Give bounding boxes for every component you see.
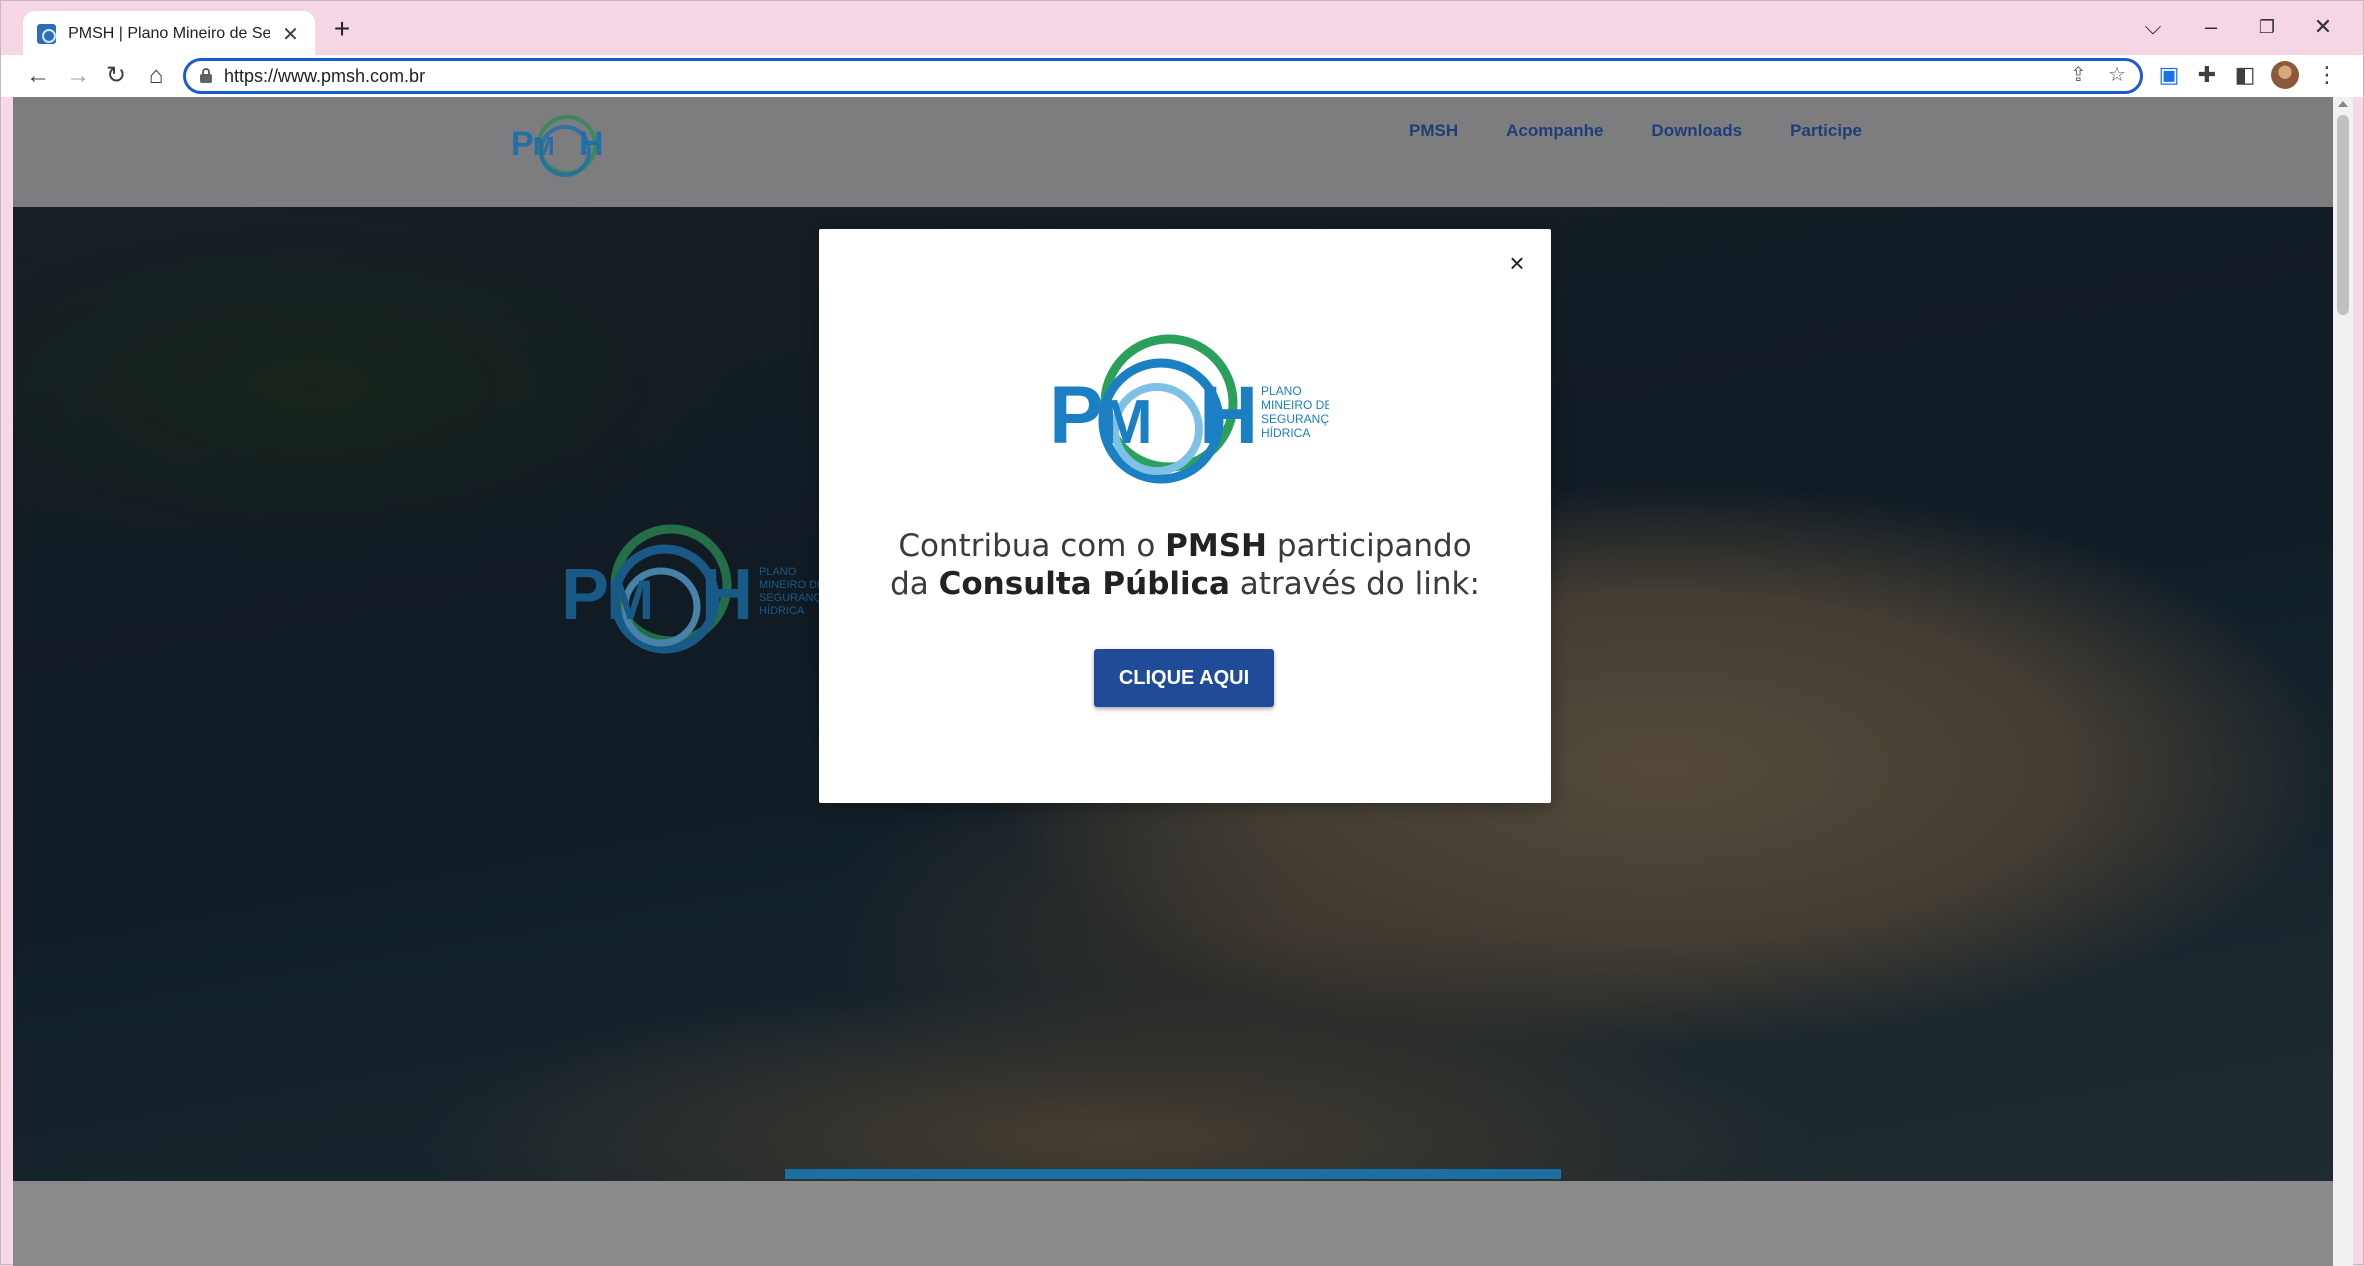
nav-link-participe[interactable]: Participe — [1790, 121, 1862, 141]
svg-text:P: P — [511, 125, 534, 163]
page-viewport: P M H PMSH Acompanhe Downloads Participe… — [13, 97, 2333, 1266]
svg-text:P: P — [561, 555, 609, 635]
tab-search-icon[interactable]: ⌵ — [2131, 13, 2175, 43]
site-header: P M H PMSH Acompanhe Downloads Participe — [13, 97, 2333, 207]
svg-text:M: M — [1101, 388, 1153, 457]
url-text[interactable]: https://www.pmsh.com.br — [224, 64, 425, 88]
svg-text:H: H — [1199, 370, 1258, 461]
nav-link-acompanhe[interactable]: Acompanhe — [1506, 121, 1603, 141]
modal-message: Contribua com o PMSH participando da Con… — [890, 528, 1480, 602]
svg-text:MINEIRO DE: MINEIRO DE — [759, 579, 824, 591]
extensions-puzzle-icon[interactable]: ✚ — [2191, 59, 2223, 91]
tab-close-icon[interactable]: ✕ — [280, 22, 301, 47]
scroll-up-icon[interactable] — [2338, 101, 2348, 107]
svg-text:PLANO: PLANO — [759, 566, 797, 578]
modal-pmsh-logo: P M H PLANO MINEIRO DE SEGURANÇA HÍDRICA — [1049, 334, 1329, 484]
browser-window: PMSH | Plano Mineiro de Segura ✕ + ⌵ – ❐… — [0, 0, 2364, 1266]
page-bottom-band — [13, 1181, 2333, 1266]
new-tab-button[interactable]: + — [329, 15, 355, 45]
site-logo[interactable]: P M H — [509, 107, 629, 185]
svg-text:M: M — [533, 131, 555, 161]
side-panel-icon[interactable]: ◧ — [2229, 59, 2261, 91]
svg-text:H: H — [701, 555, 753, 635]
hero-accent-bar — [785, 1169, 1561, 1179]
nav-link-pmsh[interactable]: PMSH — [1409, 121, 1458, 141]
modal-close-icon[interactable]: × — [1503, 249, 1531, 277]
share-icon[interactable]: ⇪ — [2070, 63, 2087, 87]
scroll-thumb[interactable] — [2337, 115, 2349, 315]
forward-arrow-icon[interactable]: → — [61, 59, 95, 93]
menu-kebab-icon[interactable]: ⋮ — [2311, 59, 2343, 91]
tab-title: PMSH | Plano Mineiro de Segura — [68, 25, 271, 42]
svg-text:MINEIRO DE: MINEIRO DE — [1261, 398, 1329, 412]
profile-avatar[interactable] — [2271, 61, 2299, 89]
svg-text:P: P — [1049, 370, 1104, 461]
svg-text:HÍDRICA: HÍDRICA — [759, 604, 805, 617]
svg-text:HÍDRICA: HÍDRICA — [1261, 425, 1310, 440]
site-nav: PMSH Acompanhe Downloads Participe — [1409, 121, 1862, 141]
browser-tab[interactable]: PMSH | Plano Mineiro de Segura ✕ — [23, 11, 315, 57]
clique-aqui-button[interactable]: CLIQUE AQUI — [1094, 649, 1274, 707]
svg-text:SEGURANÇA: SEGURANÇA — [1261, 412, 1329, 426]
hero-logo: P M H PLANO MINEIRO DE SEGURANÇA HÍDRICA — [561, 524, 829, 654]
back-arrow-icon[interactable]: ← — [21, 59, 55, 93]
home-icon[interactable]: ⌂ — [139, 59, 173, 93]
svg-text:M: M — [607, 568, 654, 631]
restore-button[interactable]: ❐ — [2245, 13, 2289, 43]
svg-text:H: H — [579, 125, 604, 163]
address-bar[interactable]: https://www.pmsh.com.br ⇪ ☆ — [183, 58, 2143, 94]
minimize-button[interactable]: – — [2189, 13, 2233, 43]
translate-extension-icon[interactable]: ▣ — [2153, 59, 2185, 91]
lock-icon[interactable] — [200, 68, 212, 83]
browser-toolbar: ← → ↻ ⌂ https://www.pmsh.com.br ⇪ ☆ — [1, 55, 2363, 97]
nav-link-downloads[interactable]: Downloads — [1651, 121, 1742, 141]
page-scrollbar[interactable] — [2333, 97, 2353, 1266]
close-window-button[interactable]: ✕ — [2301, 13, 2345, 43]
bookmark-star-icon[interactable]: ☆ — [2108, 63, 2126, 87]
favicon-icon — [37, 24, 57, 44]
svg-text:PLANO: PLANO — [1261, 384, 1302, 398]
tab-strip: PMSH | Plano Mineiro de Segura ✕ + ⌵ – ❐… — [1, 1, 2363, 57]
reload-icon[interactable]: ↻ — [99, 59, 133, 93]
consulta-publica-modal: × P M H PLANO MINEIRO DE SEGURANÇA HÍDRI… — [819, 229, 1551, 803]
